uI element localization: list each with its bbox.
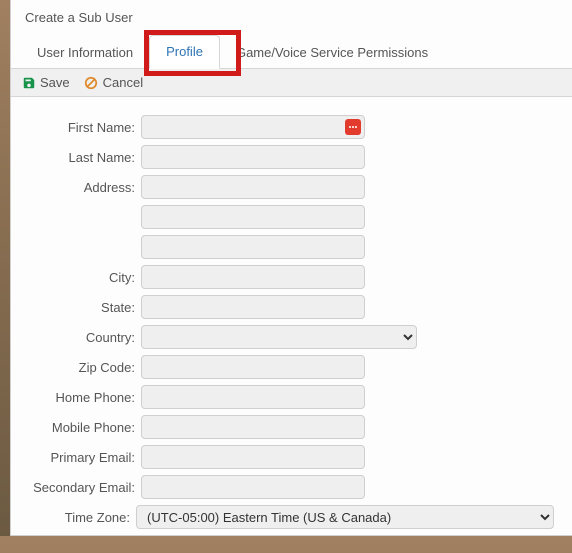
address-line2-input[interactable] [141, 205, 365, 229]
save-icon [21, 75, 36, 90]
tab-user-information[interactable]: User Information [21, 37, 149, 69]
address-line1-input[interactable] [141, 175, 365, 199]
address-label: Address: [29, 180, 141, 195]
time-zone-label: Time Zone: [29, 510, 136, 525]
time-zone-select[interactable]: (UTC-05:00) Eastern Time (US & Canada) [136, 505, 554, 529]
first-name-input[interactable] [141, 115, 365, 139]
tab-profile[interactable]: Profile [149, 35, 220, 69]
home-phone-input[interactable] [141, 385, 365, 409]
profile-form: First Name: Last Name: Address: City: [11, 97, 572, 553]
address-line3-input[interactable] [141, 235, 365, 259]
tab-label: Game/Voice Service Permissions [236, 45, 428, 60]
last-name-input[interactable] [141, 145, 365, 169]
required-icon [345, 119, 361, 135]
tab-label: User Information [37, 45, 133, 60]
create-sub-user-panel: Create a Sub User User Information Profi… [10, 0, 572, 536]
mobile-phone-input[interactable] [141, 415, 365, 439]
city-input[interactable] [141, 265, 365, 289]
zip-label: Zip Code: [29, 360, 141, 375]
cancel-button[interactable]: Cancel [84, 75, 143, 90]
first-name-label: First Name: [29, 120, 141, 135]
secondary-email-input[interactable] [141, 475, 365, 499]
mobile-phone-label: Mobile Phone: [29, 420, 141, 435]
zip-input[interactable] [141, 355, 365, 379]
state-input[interactable] [141, 295, 365, 319]
state-label: State: [29, 300, 141, 315]
cancel-icon [84, 75, 99, 90]
panel-title: Create a Sub User [11, 0, 572, 33]
toolbar: Save Cancel [11, 69, 572, 97]
country-select[interactable] [141, 325, 417, 349]
tab-label: Profile [166, 44, 203, 59]
primary-email-label: Primary Email: [29, 450, 141, 465]
save-label: Save [40, 75, 70, 90]
tabs: User Information Profile Game/Voice Serv… [11, 33, 572, 69]
save-button[interactable]: Save [21, 75, 70, 90]
home-phone-label: Home Phone: [29, 390, 141, 405]
secondary-email-label: Secondary Email: [29, 480, 141, 495]
last-name-label: Last Name: [29, 150, 141, 165]
country-label: Country: [29, 330, 141, 345]
tab-permissions[interactable]: Game/Voice Service Permissions [220, 37, 444, 69]
city-label: City: [29, 270, 141, 285]
primary-email-input[interactable] [141, 445, 365, 469]
cancel-label: Cancel [103, 75, 143, 90]
